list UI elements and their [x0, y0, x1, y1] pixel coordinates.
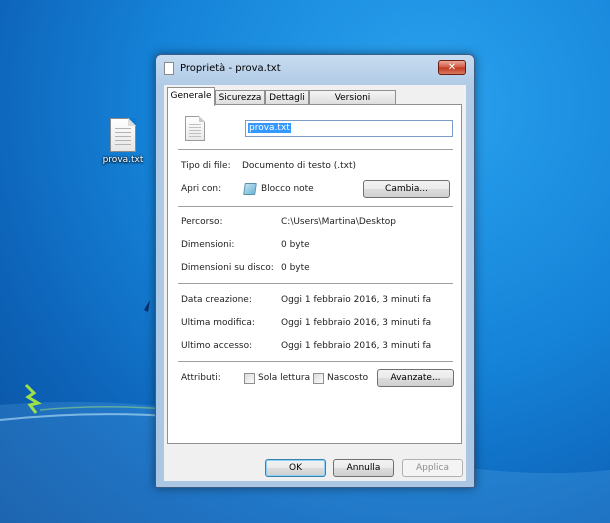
accessed-value: Oggi 1 febbraio 2016, 3 minuti fa: [281, 341, 432, 351]
file-icon: [164, 62, 174, 75]
created-value: Oggi 1 febbraio 2016, 3 minuti fa: [281, 295, 432, 305]
ok-button[interactable]: OK: [265, 459, 326, 477]
general-tab-panel: prova.txt Tipo di file: Documento di tes…: [167, 104, 462, 444]
tab-sicurezza[interactable]: Sicurezza: [215, 90, 265, 105]
properties-dialog: Proprietà - prova.txt ✕ Generale Sicurez…: [155, 54, 475, 488]
size-on-disk-value: 0 byte: [281, 263, 310, 273]
size-label: Dimensioni:: [181, 240, 235, 250]
modified-label: Ultima modifica:: [181, 318, 255, 328]
readonly-label[interactable]: Sola lettura: [258, 373, 310, 383]
modified-value: Oggi 1 febbraio 2016, 3 minuti fa: [281, 318, 432, 328]
notepad-icon: [243, 183, 257, 195]
size-value: 0 byte: [281, 240, 310, 250]
created-label: Data creazione:: [181, 295, 252, 305]
close-button[interactable]: ✕: [438, 60, 466, 75]
separator: [178, 361, 453, 363]
desktop-file-label: prova.txt: [102, 155, 144, 165]
tab-versioni-precedenti[interactable]: Versioni precedenti: [309, 90, 396, 117]
dialog-body: Generale Sicurezza Dettagli Versioni pre…: [164, 85, 466, 481]
file-type-label: Tipo di file:: [181, 161, 231, 171]
readonly-checkbox[interactable]: [244, 373, 255, 384]
change-button[interactable]: Cambia...: [363, 180, 450, 198]
path-label: Percorso:: [181, 217, 223, 227]
file-name-text: prova.txt: [248, 123, 291, 133]
separator: [178, 149, 453, 151]
advanced-button[interactable]: Avanzate...: [377, 369, 454, 387]
apply-button[interactable]: Applica: [402, 459, 463, 477]
size-on-disk-label: Dimensioni su disco:: [181, 263, 274, 273]
title-bar[interactable]: Proprietà - prova.txt ✕: [156, 55, 474, 83]
attributes-label: Attributi:: [181, 373, 221, 383]
text-file-icon: [185, 116, 205, 141]
accessed-label: Ultimo accesso:: [181, 341, 253, 351]
separator: [178, 283, 453, 285]
tab-generale[interactable]: Generale: [167, 87, 215, 106]
text-file-icon: [110, 118, 136, 152]
file-type-value: Documento di testo (.txt): [242, 161, 356, 171]
open-with-value: Blocco note: [261, 184, 314, 194]
file-name-input[interactable]: prova.txt: [245, 120, 453, 137]
path-value: C:\Users\Martina\Desktop: [281, 217, 396, 227]
desktop-file-icon[interactable]: prova.txt: [98, 118, 148, 165]
window-title: Proprietà - prova.txt: [180, 63, 281, 74]
hidden-label[interactable]: Nascosto: [327, 373, 368, 383]
open-with-label: Apri con:: [181, 184, 222, 194]
tab-dettagli[interactable]: Dettagli: [265, 90, 309, 105]
cancel-button[interactable]: Annulla: [333, 459, 394, 477]
separator: [178, 206, 453, 208]
hidden-checkbox[interactable]: [313, 373, 324, 384]
